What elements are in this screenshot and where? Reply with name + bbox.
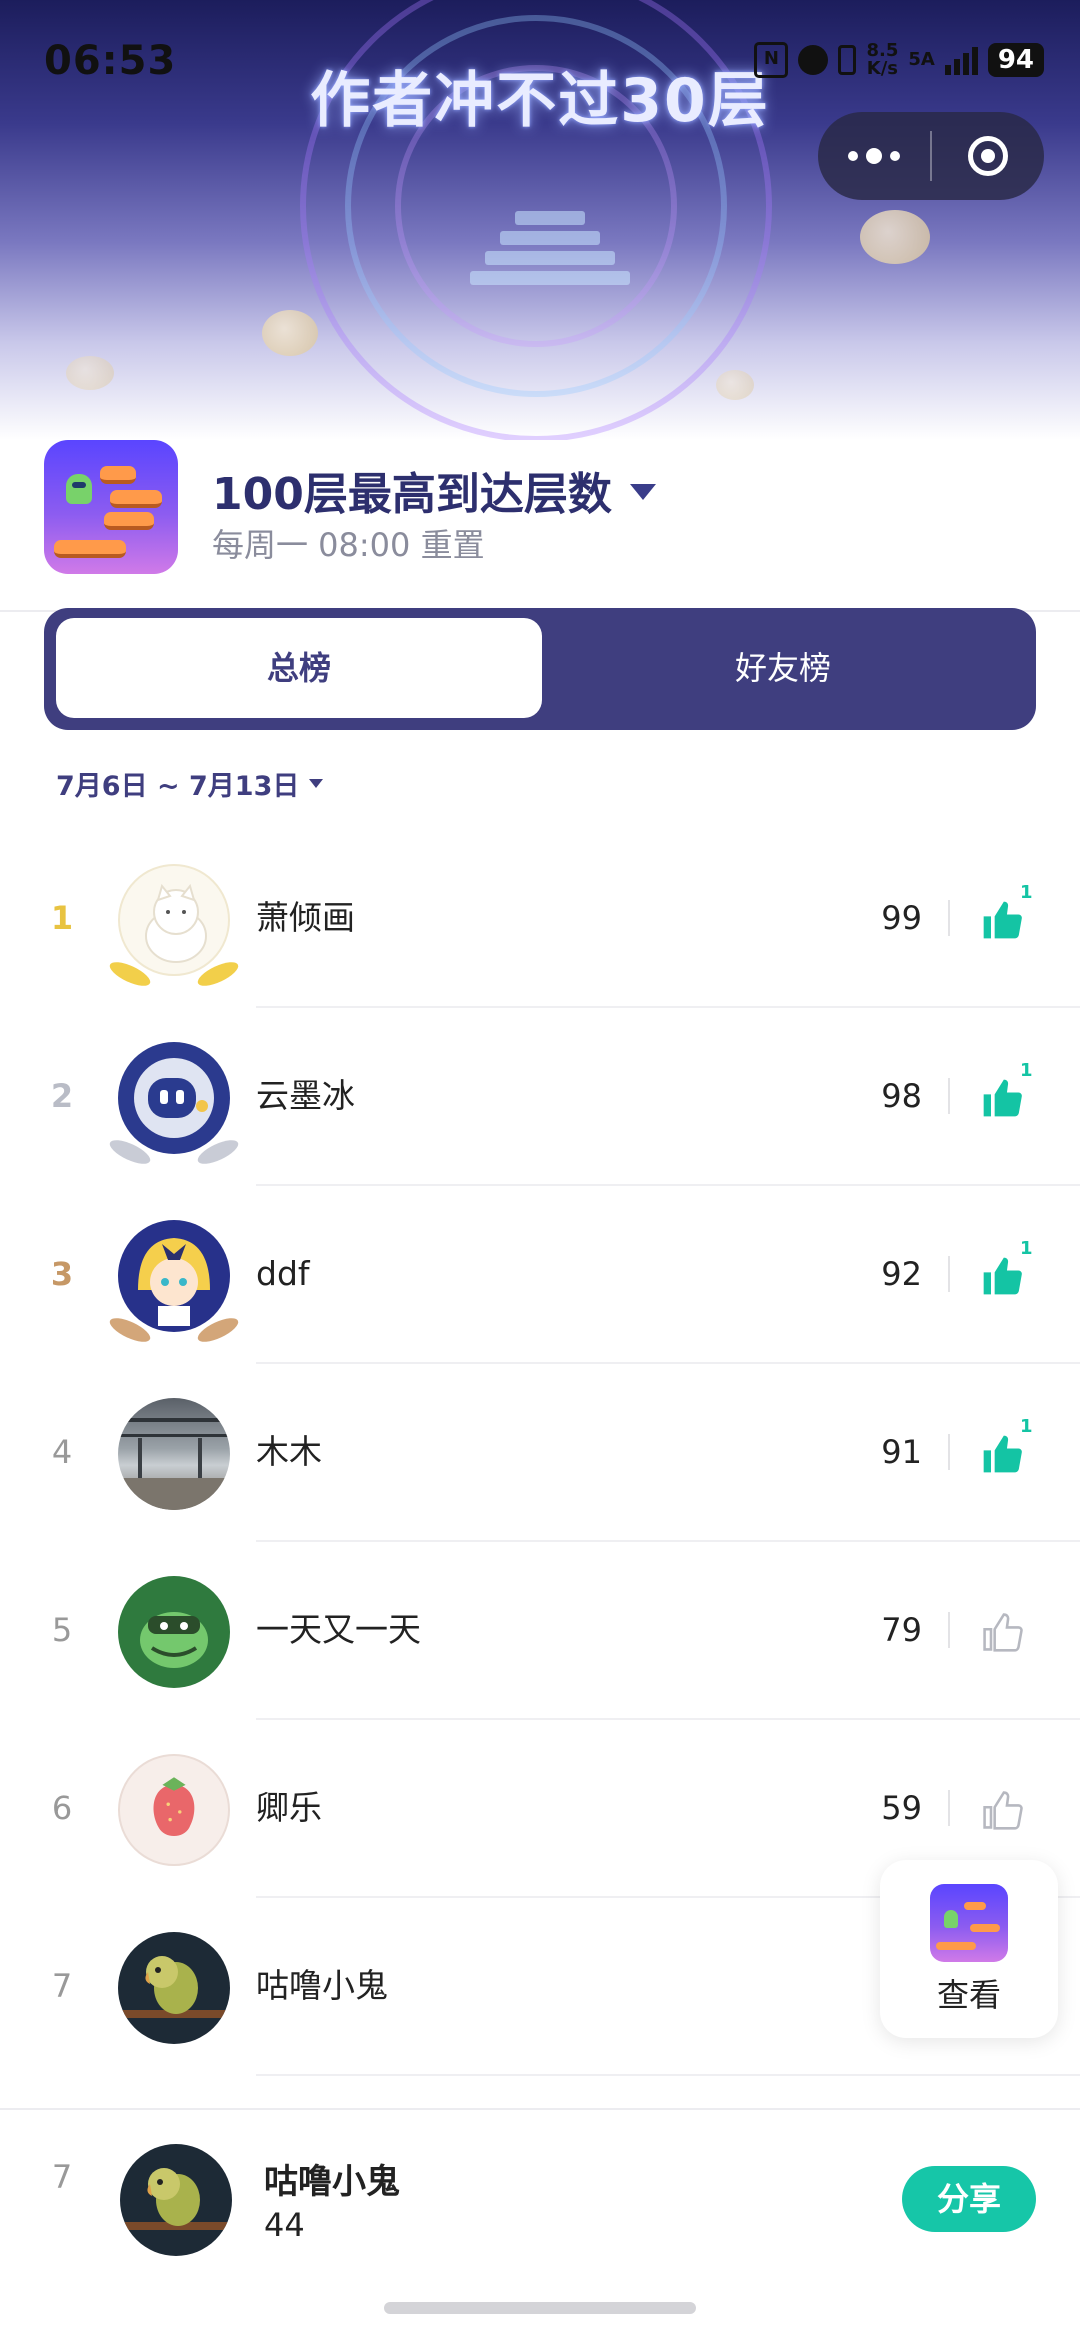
player-score: 99 <box>881 899 922 937</box>
coin-decoration <box>860 210 930 264</box>
avatar[interactable] <box>118 1220 230 1332</box>
nfc-icon: N <box>754 42 789 78</box>
player-score: 91 <box>881 1433 922 1471</box>
like-count: 1 <box>1020 1060 1033 1081</box>
row-divider <box>256 2074 1080 2076</box>
thumbs-up-icon <box>983 1791 1023 1830</box>
like-count: 1 <box>1020 1238 1033 1259</box>
view-game-button[interactable]: 查看 <box>880 1860 1058 2038</box>
player-name: 木木 <box>256 1432 322 1471</box>
row-divider <box>256 1540 1080 1542</box>
like-button[interactable]: 1 <box>980 1416 1040 1484</box>
thumbs-up-icon <box>983 1257 1022 1295</box>
rank-number: 2 <box>50 1077 74 1115</box>
net-speed: 8.5 K/s <box>866 40 899 79</box>
divider <box>948 1256 950 1292</box>
date-range-label: 7月6日 ~ 7月13日 <box>56 771 300 802</box>
like-button[interactable] <box>980 1602 1040 1662</box>
leaderboard-row[interactable]: 3 ddf 92 1 <box>0 1216 1080 1394</box>
like-button[interactable]: 1 <box>980 882 1040 950</box>
signal-icon <box>944 45 978 75</box>
vibrate-icon <box>838 45 857 75</box>
my-score: 44 <box>264 2206 305 2244</box>
close-miniprogram-icon[interactable] <box>932 112 1044 200</box>
divider <box>948 1434 950 1470</box>
divider <box>948 1612 950 1648</box>
divider <box>948 1078 950 1114</box>
stairs-decoration <box>470 205 630 291</box>
coin-decoration <box>716 370 754 400</box>
thumbs-up-icon <box>983 901 1022 939</box>
like-button[interactable]: 1 <box>980 1060 1040 1128</box>
player-name: 云墨冰 <box>256 1076 355 1115</box>
tab-overall[interactable]: 总榜 <box>56 618 542 718</box>
like-count: 1 <box>1020 1416 1033 1437</box>
status-time: 06:53 <box>44 38 177 84</box>
thumbs-up-icon <box>983 1435 1022 1473</box>
leaderboard-title: 100层最高到达层数 <box>212 469 612 520</box>
my-name: 咕噜小鬼 <box>264 2162 400 2202</box>
row-divider <box>256 1006 1080 1008</box>
rank-number: 3 <box>50 1255 74 1293</box>
share-button[interactable]: 分享 <box>902 2166 1036 2232</box>
more-icon[interactable] <box>818 112 930 200</box>
rank-number: 1 <box>50 899 74 937</box>
reset-schedule: 每周一 08:00 重置 <box>212 526 485 564</box>
player-score: 92 <box>881 1255 922 1293</box>
avatar[interactable] <box>118 1576 230 1688</box>
like-button[interactable]: 1 <box>980 1238 1040 1306</box>
chevron-down-icon <box>309 779 324 788</box>
player-score: 79 <box>881 1611 922 1649</box>
leaderboard-row[interactable]: 1 萧倾画 99 1 <box>0 860 1080 1038</box>
player-name: 咕噜小鬼 <box>256 1966 388 2005</box>
divider <box>948 1790 950 1826</box>
rank-number: 7 <box>51 1967 73 2005</box>
thumbs-up-icon <box>983 1079 1022 1117</box>
divider <box>948 900 950 936</box>
network-type: 5A <box>908 49 935 70</box>
game-icon <box>930 1884 1008 1962</box>
leaderboard-row[interactable]: 5 一天又一天 79 <box>0 1572 1080 1750</box>
row-divider <box>256 1718 1080 1720</box>
avatar[interactable] <box>118 1932 230 2044</box>
leaderboard-row[interactable]: 4 木木 91 1 <box>0 1394 1080 1572</box>
my-rank-number: 7 <box>51 2158 73 2196</box>
game-icon <box>44 440 178 574</box>
avatar[interactable] <box>118 864 230 976</box>
rank-number: 6 <box>51 1789 73 1827</box>
rank-number: 5 <box>51 1611 73 1649</box>
like-count: 1 <box>1020 882 1033 903</box>
player-score: 59 <box>881 1789 922 1827</box>
chevron-down-icon <box>629 484 656 500</box>
tab-friends[interactable]: 好友榜 <box>540 618 1026 718</box>
leaderboard-row[interactable]: 2 云墨冰 98 1 <box>0 1038 1080 1216</box>
avatar[interactable] <box>118 1398 230 1510</box>
status-icons: N 8.5 K/s 5A 94 <box>754 42 1044 78</box>
e-icon <box>798 45 829 75</box>
thumbs-up-icon <box>983 1613 1023 1652</box>
coin-decoration <box>66 356 114 390</box>
view-label: 查看 <box>936 1976 1001 2014</box>
rank-number: 4 <box>51 1433 73 1471</box>
date-range-selector[interactable]: 7月6日 ~ 7月13日 <box>56 764 324 803</box>
row-divider <box>256 1362 1080 1364</box>
player-score: 98 <box>881 1077 922 1115</box>
coin-decoration <box>262 310 318 356</box>
avatar[interactable] <box>118 1754 230 1866</box>
row-divider <box>256 1184 1080 1186</box>
tab-bar: 总榜 好友榜 <box>44 608 1036 730</box>
leaderboard-selector[interactable]: 100层最高到达层数 <box>212 458 656 522</box>
avatar[interactable] <box>118 1042 230 1154</box>
like-button[interactable] <box>980 1780 1040 1840</box>
game-header: 100层最高到达层数 每周一 08:00 重置 <box>44 440 1044 580</box>
battery-level: 94 <box>987 43 1044 77</box>
player-name: 萧倾画 <box>256 898 355 937</box>
my-rank-bar: 7 咕噜小鬼 44 分享 <box>0 2108 1080 2310</box>
home-indicator[interactable] <box>384 2302 696 2314</box>
player-name: ddf <box>256 1254 310 1293</box>
player-name: 一天又一天 <box>256 1610 421 1649</box>
player-name: 卿乐 <box>256 1788 322 1827</box>
my-avatar <box>120 2144 232 2256</box>
miniprogram-capsule <box>818 112 1044 200</box>
